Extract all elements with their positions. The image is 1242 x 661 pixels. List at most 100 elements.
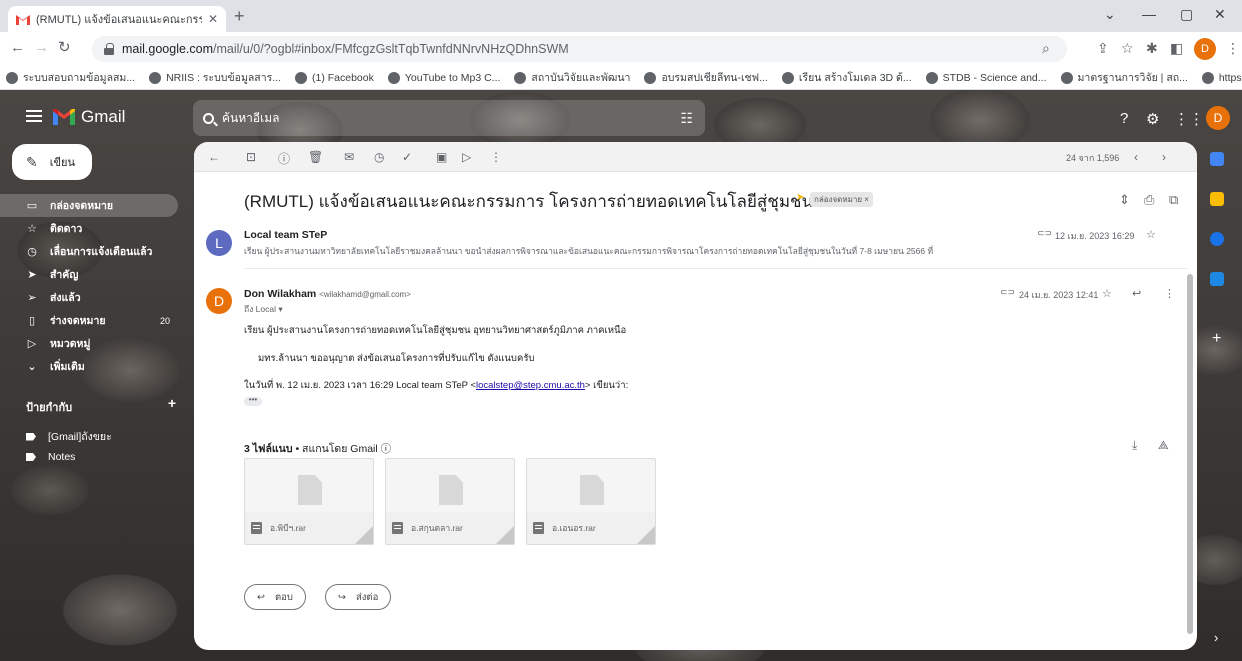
open-new-window-icon[interactable]: ⧉ [1169, 192, 1178, 208]
sidebar-item-label: ส่งแล้ว [50, 292, 81, 304]
reply-icon[interactable]: ↩ [1132, 287, 1141, 300]
add-to-tasks-icon[interactable]: ✓ [402, 150, 412, 164]
minimize-icon[interactable]: — [1142, 6, 1156, 22]
close-window-icon[interactable]: ✕ [1214, 6, 1226, 23]
main-menu-icon[interactable] [26, 110, 42, 122]
bookmark-item[interactable]: YouTube to Mp3 C... [387, 71, 500, 84]
new-tab-icon[interactable]: + [234, 7, 245, 25]
keep-app-icon[interactable] [1210, 192, 1224, 206]
extensions-icon[interactable]: ✱ [1146, 40, 1158, 57]
expand-all-icon[interactable]: ⇕ [1119, 192, 1130, 208]
forward-icon[interactable]: → [34, 40, 49, 56]
bookmark-item[interactable]: สถาบันวิจัยและพัฒนา [514, 69, 630, 86]
address-bar[interactable]: mail.google.com/mail/u/0/?ogbl#inbox/FMf… [92, 36, 1067, 62]
search-icon[interactable] [203, 112, 214, 124]
label-item[interactable]: Notes [26, 451, 75, 463]
delete-icon[interactable]: 🗑 [308, 150, 323, 164]
add-app-icon[interactable]: + [1212, 330, 1221, 348]
star-icon[interactable]: ☆ [1146, 228, 1156, 241]
contacts-app-icon[interactable] [1210, 272, 1224, 286]
message-snippet[interactable]: เรียน ผู้ประสานงานมหาวิทยาลัยเทคโนโลยีรา… [244, 244, 933, 258]
zoom-search-icon[interactable]: ⌕ [1042, 40, 1050, 57]
label-icon[interactable]: ▷ [462, 150, 471, 164]
calendar-app-icon[interactable] [1210, 152, 1224, 166]
forward-button[interactable]: ↪ ส่งต่อ [325, 584, 392, 610]
tab-title: (RMUTL) แจ้งข้อเสนอแนะคณะกรรมก [36, 14, 202, 26]
bookmark-star-icon[interactable]: ☆ [1121, 40, 1134, 57]
sender-name[interactable]: Don Wilakham <wilakhamd@gmail.com> [244, 288, 411, 300]
back-to-inbox-icon[interactable]: ← [208, 150, 220, 164]
sidebar-item[interactable]: ▭ กล่องจดหมาย [0, 194, 178, 217]
reload-icon[interactable]: ↻ [58, 40, 71, 56]
newer-icon[interactable]: ‹ [1134, 150, 1138, 164]
gmail-account-avatar[interactable]: D [1206, 106, 1230, 130]
bookmark-item[interactable]: ระบบสอบถามข้อมูลสม... [6, 69, 135, 86]
settings-gear-icon[interactable]: ⚙ [1146, 110, 1159, 128]
older-icon[interactable]: › [1162, 150, 1166, 164]
inbox-label-chip[interactable]: กล่องจดหมาย × [810, 192, 873, 207]
bookmark-item[interactable]: อบรมสปเชียลีทน-เชฟ... [644, 69, 768, 86]
sender-avatar[interactable]: D [206, 288, 232, 314]
snooze-icon[interactable]: ◷ [374, 150, 384, 164]
archive-file-icon [533, 522, 544, 534]
browser-profile-avatar[interactable]: D [1194, 38, 1216, 60]
attachment-card[interactable]: อ.พิบีฯ.rar [244, 458, 374, 545]
mark-unread-icon[interactable]: ✉ [344, 150, 354, 164]
move-to-icon[interactable]: ▣ [436, 150, 447, 164]
search-options-icon[interactable]: ☷ [680, 110, 693, 127]
thread-scrollbar[interactable] [1186, 174, 1194, 644]
sidebar-item[interactable]: ▯ ร่างจดหมาย 20 [0, 309, 184, 332]
archive-icon[interactable]: ⊡ [246, 150, 256, 164]
tab-search-icon[interactable]: ⌄ [1104, 6, 1116, 23]
browser-tab-gmail[interactable]: (RMUTL) แจ้งข้อเสนอแนะคณะกรรมก ✕ [8, 6, 226, 32]
download-all-icon[interactable]: ⤓ [1132, 438, 1137, 453]
search-bar[interactable]: ค้นหาอีเมล ☷ [193, 100, 705, 136]
sidebar-item[interactable]: ⌄ เพิ่มเติม [0, 355, 184, 378]
apps-grid-icon[interactable]: ⋮⋮ [1174, 110, 1204, 128]
sidebar-item[interactable]: ☆ ติดดาว [0, 217, 184, 240]
sender-name[interactable]: Local team STeP [244, 229, 327, 241]
reply-button[interactable]: ↩ ตอบ [244, 584, 306, 610]
important-marker-icon[interactable]: ➤ [796, 192, 804, 203]
report-spam-icon[interactable]: ⓘ [278, 150, 290, 167]
sidebar-item[interactable]: ▷ หมวดหมู่ [0, 332, 184, 355]
more-options-icon[interactable]: ⋮ [490, 150, 502, 164]
bookmark-item[interactable]: NRIIS : ระบบข้อมูลสาร... [149, 69, 281, 86]
add-to-drive-icon[interactable]: ⟁ [1158, 438, 1169, 453]
add-label-icon[interactable]: + [168, 396, 176, 416]
show-side-panel-icon[interactable]: › [1214, 630, 1218, 645]
bookmark-label: เรียน สร้างโมเดล 3D ด้... [798, 72, 912, 84]
clock-icon: ◷ [27, 246, 37, 258]
bookmark-item[interactable]: STDB - Science and... [925, 71, 1047, 84]
star-icon[interactable]: ☆ [1102, 287, 1112, 300]
message-more-icon[interactable]: ⋮ [1164, 287, 1175, 300]
sidebar-item[interactable]: ➤ สำคัญ [0, 263, 184, 286]
side-panel-icon[interactable]: ◧ [1170, 40, 1183, 57]
bookmark-item[interactable]: (1) Facebook [295, 71, 374, 84]
restore-icon[interactable]: ▢ [1180, 6, 1193, 23]
label-item[interactable]: [Gmail]ถังขยะ [26, 428, 112, 445]
share-icon[interactable]: ⇪ [1097, 40, 1109, 57]
show-trimmed-content-button[interactable]: ••• [244, 396, 262, 406]
bookmark-item[interactable]: เรียน สร้างโมเดล 3D ด้... [781, 69, 912, 86]
sender-avatar[interactable]: L [206, 230, 232, 256]
support-icon[interactable]: ? [1120, 110, 1128, 127]
send-icon: ➢ [27, 292, 37, 304]
compose-button[interactable]: ✎ เขียน [12, 144, 92, 180]
attachment-card[interactable]: อ.เอนอร.rar [526, 458, 656, 545]
sidebar-item[interactable]: ➢ ส่งแล้ว [0, 286, 184, 309]
sidebar-item-label: หมวดหมู่ [50, 338, 91, 350]
attachment-card[interactable]: อ.สกุนดลา.rar [385, 458, 515, 545]
close-tab-icon[interactable]: ✕ [208, 12, 218, 26]
bookmark-item[interactable]: https://www.cmcoo... [1201, 71, 1242, 84]
recipient-dropdown[interactable]: ถึง Local ▾ [244, 302, 283, 316]
back-icon[interactable]: ← [10, 40, 25, 56]
gmail-logo[interactable]: Gmail [53, 107, 125, 127]
browser-menu-icon[interactable]: ⋮ [1226, 40, 1240, 57]
sidebar-item[interactable]: ◷ เลื่อนการแจ้งเตือนแล้ว [0, 240, 184, 263]
sender-email-link[interactable]: localstep@step.cmu.ac.th [476, 380, 585, 391]
bookmark-favicon-icon [925, 71, 938, 84]
print-icon[interactable]: ⎙ [1144, 192, 1154, 208]
tasks-app-icon[interactable] [1210, 232, 1224, 246]
bookmark-item[interactable]: มาตรฐานการวิจัย | สถ... [1060, 69, 1188, 86]
